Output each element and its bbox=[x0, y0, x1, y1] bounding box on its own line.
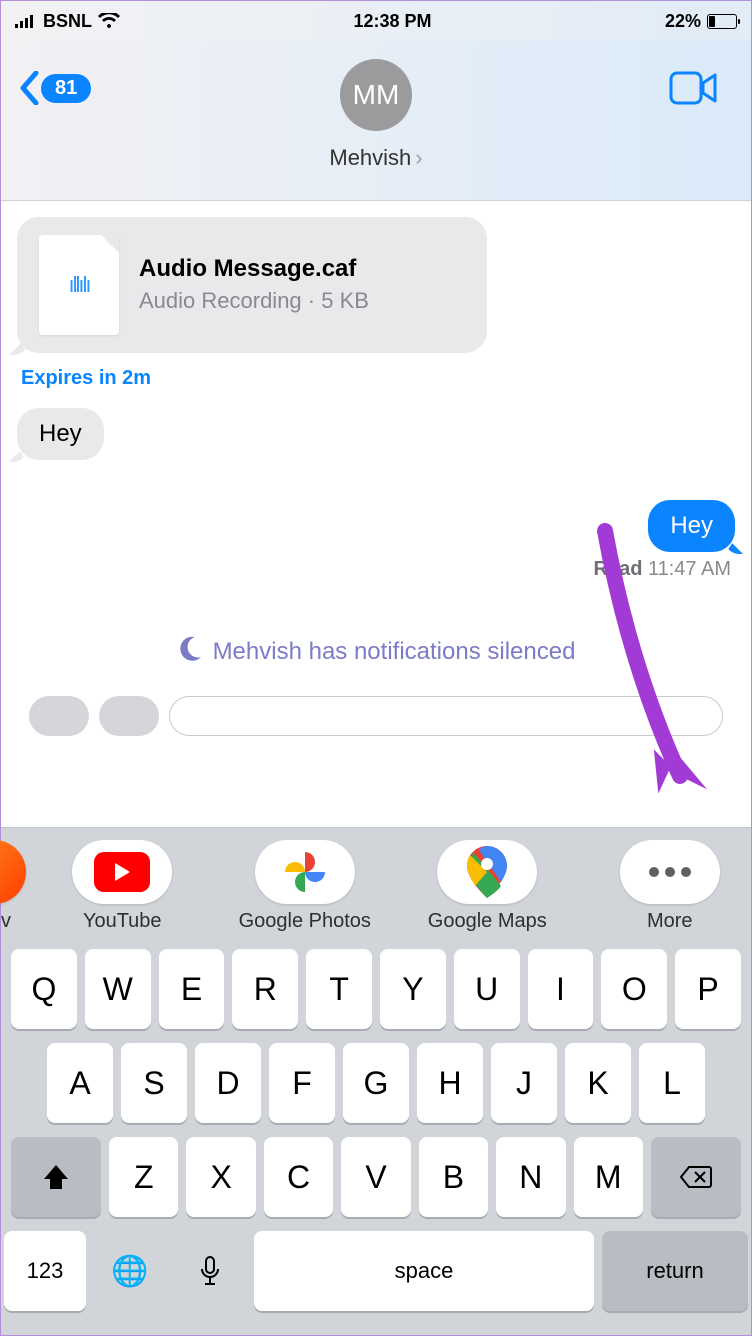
app-more[interactable]: More bbox=[589, 840, 752, 933]
return-key[interactable]: return bbox=[602, 1231, 748, 1311]
battery-icon bbox=[707, 14, 737, 29]
notifications-silenced-label: Mehvish has notifications silenced bbox=[17, 635, 735, 668]
attachment-subtitle: Audio Recording · 5 KB bbox=[139, 287, 369, 316]
key-h[interactable]: H bbox=[417, 1043, 483, 1123]
key-e[interactable]: E bbox=[159, 949, 225, 1029]
apps-button[interactable] bbox=[99, 696, 159, 736]
key-r[interactable]: R bbox=[232, 949, 298, 1029]
dictation-key[interactable] bbox=[174, 1231, 246, 1311]
attachment-title: Audio Message.caf bbox=[139, 255, 369, 283]
keyboard: QWERTYUIOP ASDFGHJKL ZXCVBNM 123 🌐 space… bbox=[1, 939, 751, 1335]
key-z[interactable]: Z bbox=[109, 1137, 178, 1217]
back-badge: 81 bbox=[41, 74, 91, 103]
key-d[interactable]: D bbox=[195, 1043, 261, 1123]
key-c[interactable]: C bbox=[264, 1137, 333, 1217]
avatar[interactable]: MM bbox=[340, 59, 412, 131]
key-x[interactable]: X bbox=[186, 1137, 255, 1217]
key-i[interactable]: I bbox=[528, 949, 594, 1029]
key-y[interactable]: Y bbox=[380, 949, 446, 1029]
app-partial[interactable]: v bbox=[0, 840, 21, 933]
app-google-photos[interactable]: Google Photos bbox=[224, 840, 387, 933]
more-icon bbox=[649, 867, 691, 877]
moon-icon bbox=[177, 635, 203, 668]
contact-name: Mehvish bbox=[329, 145, 411, 171]
app-youtube[interactable]: YouTube bbox=[41, 840, 204, 933]
key-q[interactable]: Q bbox=[11, 949, 77, 1029]
keyboard-area: v YouTube Google Photos Google Maps bbox=[1, 827, 751, 1335]
globe-key[interactable]: 🌐 bbox=[94, 1231, 166, 1311]
key-j[interactable]: J bbox=[491, 1043, 557, 1123]
battery-percent: 22% bbox=[665, 11, 701, 32]
wifi-icon bbox=[98, 13, 120, 29]
key-f[interactable]: F bbox=[269, 1043, 335, 1123]
contact-name-row[interactable]: Mehvish › bbox=[329, 145, 422, 171]
google-maps-icon bbox=[467, 846, 507, 898]
key-v[interactable]: V bbox=[341, 1137, 410, 1217]
shift-key[interactable] bbox=[11, 1137, 101, 1217]
space-key[interactable]: space bbox=[254, 1231, 594, 1311]
backspace-key[interactable] bbox=[651, 1137, 741, 1217]
key-k[interactable]: K bbox=[565, 1043, 631, 1123]
audio-file-icon: ıllılı bbox=[39, 235, 119, 335]
read-receipt: Read 11:47 AM bbox=[17, 558, 735, 581]
google-photos-icon bbox=[282, 849, 328, 895]
video-call-button[interactable] bbox=[669, 71, 717, 110]
expires-label: Expires in 2m bbox=[21, 367, 735, 390]
key-a[interactable]: A bbox=[47, 1043, 113, 1123]
imessage-app-row: v YouTube Google Photos Google Maps bbox=[1, 827, 751, 939]
status-bar: BSNL 12:38 PM 22% bbox=[1, 1, 751, 41]
outgoing-message[interactable]: Hey bbox=[648, 500, 735, 552]
key-t[interactable]: T bbox=[306, 949, 372, 1029]
incoming-audio-attachment[interactable]: ıllılı Audio Message.caf Audio Recording… bbox=[17, 217, 487, 353]
key-s[interactable]: S bbox=[121, 1043, 187, 1123]
compose-row bbox=[29, 696, 723, 736]
key-l[interactable]: L bbox=[639, 1043, 705, 1123]
back-button[interactable]: 81 bbox=[19, 71, 91, 105]
chevron-right-icon: › bbox=[415, 145, 422, 171]
carrier-label: BSNL bbox=[43, 11, 92, 32]
app-google-maps[interactable]: Google Maps bbox=[406, 840, 569, 933]
key-o[interactable]: O bbox=[601, 949, 667, 1029]
key-b[interactable]: B bbox=[419, 1137, 488, 1217]
numbers-key[interactable]: 123 bbox=[4, 1231, 86, 1311]
clock: 12:38 PM bbox=[353, 11, 431, 32]
key-m[interactable]: M bbox=[574, 1137, 643, 1217]
youtube-icon bbox=[94, 852, 150, 892]
message-list: ıllılı Audio Message.caf Audio Recording… bbox=[1, 201, 751, 736]
signal-icon bbox=[15, 14, 37, 28]
conversation-header: 81 MM Mehvish › bbox=[1, 41, 751, 201]
key-w[interactable]: W bbox=[85, 949, 151, 1029]
key-n[interactable]: N bbox=[496, 1137, 565, 1217]
incoming-message[interactable]: Hey bbox=[17, 408, 104, 460]
key-u[interactable]: U bbox=[454, 949, 520, 1029]
key-g[interactable]: G bbox=[343, 1043, 409, 1123]
key-p[interactable]: P bbox=[675, 949, 741, 1029]
message-input[interactable] bbox=[169, 696, 723, 736]
camera-button[interactable] bbox=[29, 696, 89, 736]
